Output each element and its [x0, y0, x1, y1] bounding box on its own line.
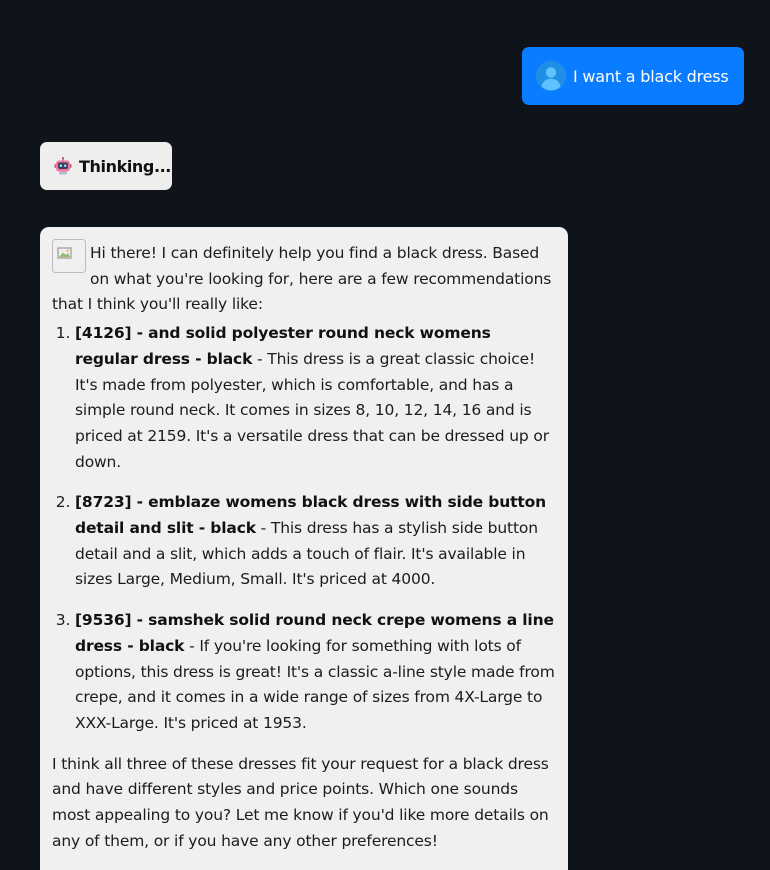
robot-icon	[54, 157, 72, 175]
recommendation-item: [8723] - emblaze womens black dress with…	[75, 490, 556, 593]
thinking-label: Thinking...	[79, 156, 171, 176]
bot-avatar-icon	[52, 239, 86, 273]
recommendation-item: [9536] - samshek solid round neck crepe …	[75, 608, 556, 737]
recommendation-list: [4126] - and solid polyester round neck …	[52, 321, 556, 737]
assistant-intro-text: Hi there! I can definitely help you find…	[52, 244, 552, 314]
assistant-message-bubble: Hi there! I can definitely help you find…	[40, 227, 568, 870]
user-avatar-icon	[536, 61, 566, 91]
recommendation-item: [4126] - and solid polyester round neck …	[75, 321, 556, 475]
thinking-indicator: Thinking...	[40, 142, 172, 190]
assistant-outro-text: I think all three of these dresses fit y…	[52, 754, 549, 850]
user-message-bubble: I want a black dress	[522, 47, 744, 105]
chat-window: I want a black dress Thinking... Hi ther…	[0, 0, 770, 870]
user-message-text: I want a black dress	[573, 66, 729, 86]
